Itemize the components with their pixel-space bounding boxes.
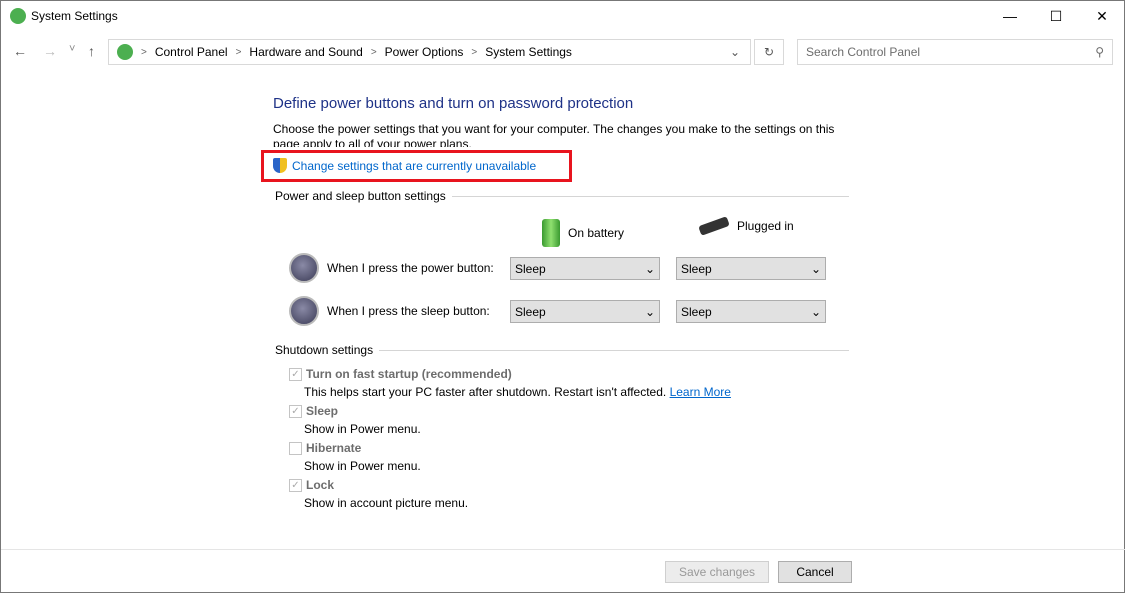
chevron-down-icon[interactable]: ⌄ — [730, 45, 740, 59]
checkbox-empty — [289, 441, 302, 455]
shutdown-group-label: Shutdown settings — [275, 343, 374, 357]
chevron-down-icon: ⌄ — [644, 261, 655, 276]
chevron-down-icon: ⌄ — [810, 304, 821, 319]
hibernate-desc: Show in Power menu. — [304, 459, 421, 473]
battery-icon — [542, 219, 560, 247]
option-label: Hibernate — [306, 441, 362, 455]
chevron-right-icon: > — [141, 46, 147, 58]
sleep-checkbox[interactable]: ✓ Sleep — [289, 404, 338, 418]
lock-checkbox[interactable]: ✓ Lock — [289, 478, 334, 492]
power-plug-icon — [698, 216, 730, 236]
chevron-right-icon: > — [471, 46, 478, 58]
breadcrumb-hardware-sound[interactable]: Hardware and Sound — [249, 45, 362, 59]
hibernate-checkbox[interactable]: Hibernate — [289, 441, 361, 455]
app-icon — [10, 8, 26, 24]
sleep-button-battery-select[interactable]: Sleep ⌄ — [510, 300, 660, 323]
select-value: Sleep — [681, 261, 712, 276]
footer-divider — [1, 549, 1125, 550]
fast-startup-checkbox[interactable]: ✓ Turn on fast startup (recommended) — [289, 367, 512, 381]
search-placeholder: Search Control Panel — [806, 45, 921, 59]
power-group-header: Power and sleep button settings — [275, 189, 849, 203]
option-desc: This helps start your PC faster after sh… — [304, 385, 667, 399]
plugged-label: Plugged in — [737, 219, 794, 233]
forward-button[interactable]: → — [43, 43, 57, 59]
chevron-down-icon: ⌄ — [810, 261, 821, 276]
minimize-button[interactable]: — — [987, 1, 1033, 31]
battery-column-header: On battery — [542, 219, 624, 247]
up-button[interactable]: ↑ — [88, 43, 95, 59]
recent-locations-button[interactable]: ˅ — [69, 43, 75, 55]
power-button-row: When I press the power button: — [289, 253, 494, 283]
checkmark-icon: ✓ — [289, 367, 302, 381]
save-changes-button[interactable]: Save changes — [665, 561, 769, 583]
shutdown-group-header: Shutdown settings — [275, 343, 849, 357]
chevron-right-icon: > — [370, 46, 377, 58]
sleep-button-label: When I press the sleep button: — [327, 304, 490, 318]
checkmark-icon: ✓ — [289, 478, 302, 492]
address-bar[interactable]: > Control Panel > Hardware and Sound > P… — [108, 39, 751, 65]
power-button-plugged-select[interactable]: Sleep ⌄ — [676, 257, 826, 280]
page-description: Choose the power settings that you want … — [273, 122, 835, 147]
sleep-desc: Show in Power menu. — [304, 422, 421, 436]
option-label: Sleep — [306, 404, 339, 418]
select-value: Sleep — [515, 261, 546, 276]
select-value: Sleep — [515, 304, 546, 319]
sleep-button-icon — [289, 296, 319, 326]
battery-label: On battery — [568, 226, 625, 240]
power-group-label: Power and sleep button settings — [275, 189, 446, 203]
control-panel-icon — [117, 44, 133, 60]
refresh-icon: ↻ — [763, 45, 775, 59]
breadcrumb-power-options[interactable]: Power Options — [385, 45, 464, 59]
refresh-button[interactable]: ↻ — [754, 39, 784, 65]
search-icon: ⚲ — [1095, 45, 1104, 59]
highlight-box — [261, 150, 572, 182]
checkmark-icon: ✓ — [289, 404, 302, 418]
window-title: System Settings — [31, 9, 118, 23]
learn-more-link[interactable]: Learn More — [670, 385, 731, 399]
lock-desc: Show in account picture menu. — [304, 496, 469, 510]
power-button-battery-select[interactable]: Sleep ⌄ — [510, 257, 660, 280]
chevron-down-icon: ⌄ — [644, 304, 655, 319]
breadcrumb-control-panel[interactable]: Control Panel — [155, 45, 228, 59]
search-input[interactable]: Search Control Panel ⚲ — [797, 39, 1113, 65]
fast-startup-desc: This helps start your PC faster after sh… — [304, 385, 731, 399]
plugged-column-header: Plugged in — [698, 216, 794, 236]
select-value: Sleep — [681, 304, 712, 319]
sleep-button-plugged-select[interactable]: Sleep ⌄ — [676, 300, 826, 323]
option-label: Lock — [306, 478, 335, 492]
close-button[interactable]: ✕ — [1079, 1, 1125, 31]
sleep-button-row: When I press the sleep button: — [289, 296, 490, 326]
breadcrumb-system-settings[interactable]: System Settings — [485, 45, 572, 59]
chevron-right-icon: > — [235, 46, 242, 58]
back-button[interactable]: ← — [13, 43, 27, 59]
maximize-button[interactable]: ☐ — [1033, 1, 1079, 31]
power-button-icon — [289, 253, 319, 283]
cancel-button[interactable]: Cancel — [778, 561, 852, 583]
page-title: Define power buttons and turn on passwor… — [273, 95, 634, 112]
power-button-label: When I press the power button: — [327, 261, 494, 275]
option-label: Turn on fast startup (recommended) — [306, 367, 512, 381]
